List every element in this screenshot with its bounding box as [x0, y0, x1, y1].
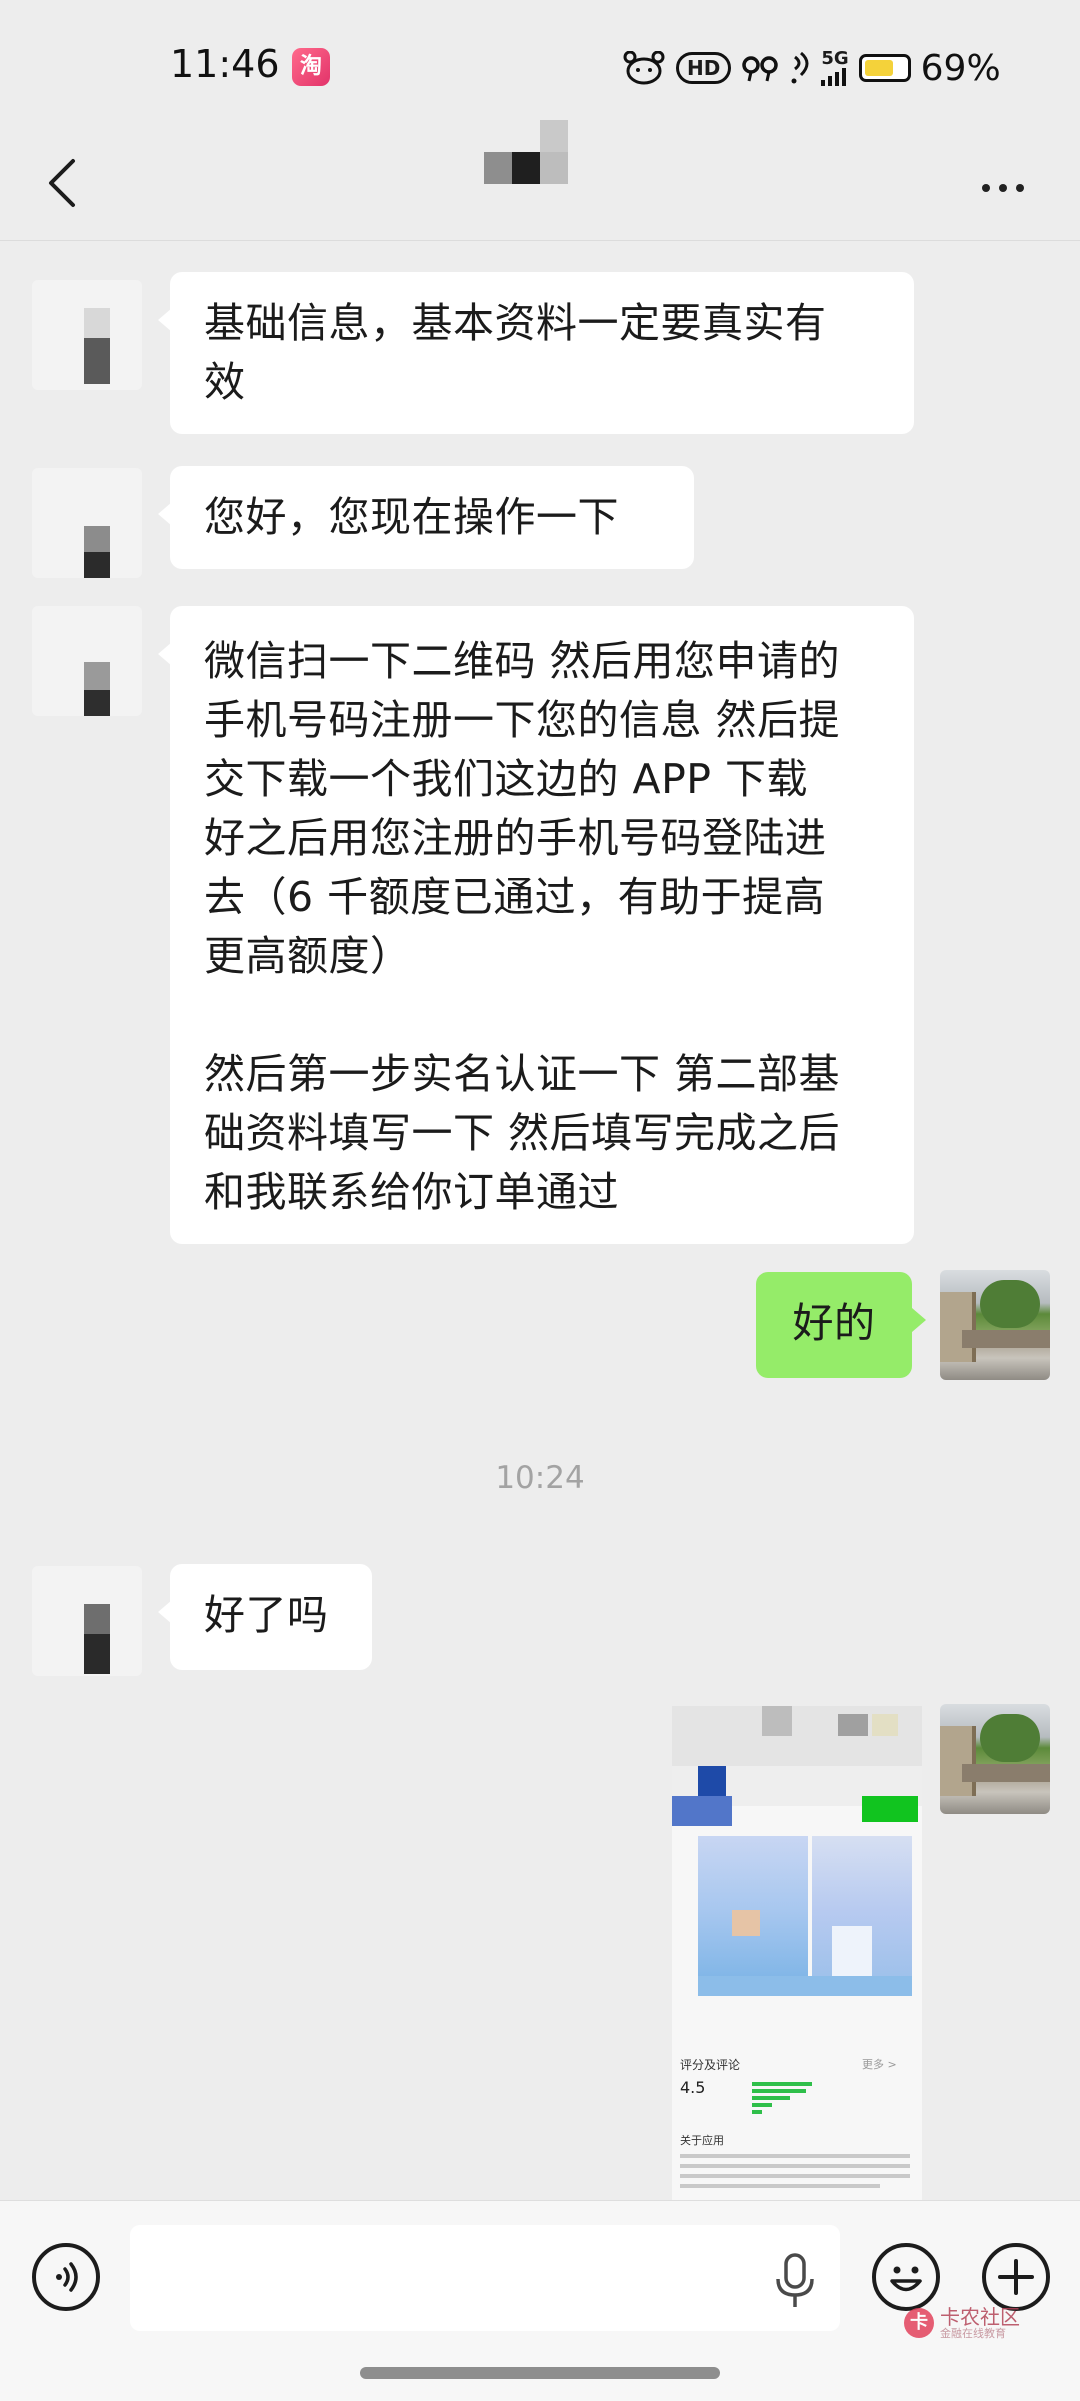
wifi-icon	[791, 51, 809, 84]
microphone-icon[interactable]	[770, 2251, 820, 2311]
contact-avatar[interactable]	[32, 280, 142, 390]
signal-5g-icon: 5G	[821, 50, 849, 86]
about-title: 关于应用	[680, 2134, 724, 2147]
user-avatar[interactable]	[940, 1704, 1050, 1814]
rating-title: 评分及评论	[680, 2058, 741, 2072]
chat-header	[0, 120, 1080, 241]
emoji-icon	[890, 2266, 922, 2292]
message-input[interactable]	[130, 2225, 840, 2331]
message-bubble-self[interactable]: 好的	[756, 1272, 926, 1378]
user-avatar[interactable]	[940, 1270, 1050, 1380]
chevron-left-icon	[49, 159, 75, 207]
voice-input-button[interactable]	[32, 2243, 100, 2311]
message-bubble[interactable]: 您好，您现在操作一下	[158, 466, 694, 569]
rating-more: 更多 >	[862, 2058, 897, 2071]
link-icon	[742, 56, 779, 82]
message-bubble[interactable]: 微信扫一下二维码 然后用您申请的 手机号码注册一下您的信息 然后提 交下载一个我…	[158, 606, 914, 1244]
taobao-app-icon: 淘	[292, 48, 330, 86]
dot	[999, 184, 1007, 192]
voice-icon	[56, 2262, 78, 2292]
watermark-title: 卡农社区	[940, 2305, 1020, 2329]
battery-percent: 69%	[920, 47, 1001, 89]
dot	[1016, 184, 1024, 192]
battery-icon	[858, 54, 911, 82]
status-bar: 11:46 淘 HD 5G 69%	[0, 0, 1080, 130]
rating-value: 4.5	[680, 2078, 706, 2097]
contact-avatar[interactable]	[32, 1566, 142, 1676]
plus-button[interactable]	[982, 2243, 1050, 2311]
status-time: 11:46	[170, 42, 280, 86]
contact-avatar-pixelated	[484, 120, 568, 184]
home-indicator[interactable]	[360, 2367, 720, 2379]
message-bubble[interactable]: 基础信息，基本资料一定要真实有 效	[158, 272, 914, 434]
contact-avatar[interactable]	[32, 606, 142, 716]
plus-icon	[998, 2259, 1034, 2295]
time-divider: 10:24	[495, 1460, 585, 1496]
watermark-logo: 卡	[904, 2308, 934, 2338]
battery-level	[864, 60, 893, 76]
status-icons: HD 5G 69%	[622, 46, 1001, 90]
back-button[interactable]	[30, 148, 94, 218]
watermark: 卡 卡农社区 金融在线教育	[904, 2306, 1020, 2340]
more-button[interactable]	[968, 158, 1038, 218]
pet-icon	[623, 51, 665, 85]
dot	[982, 184, 990, 192]
watermark-subtitle: 金融在线教育	[940, 2327, 1006, 2340]
message-bubble[interactable]: 好了吗	[158, 1564, 372, 1670]
contact-avatar[interactable]	[32, 468, 142, 578]
hd-voice-icon: HD	[676, 52, 732, 84]
emoji-button[interactable]	[872, 2243, 940, 2311]
image-message[interactable]: 评分及评论 更多 > 4.5 关于应用	[672, 1706, 922, 2200]
